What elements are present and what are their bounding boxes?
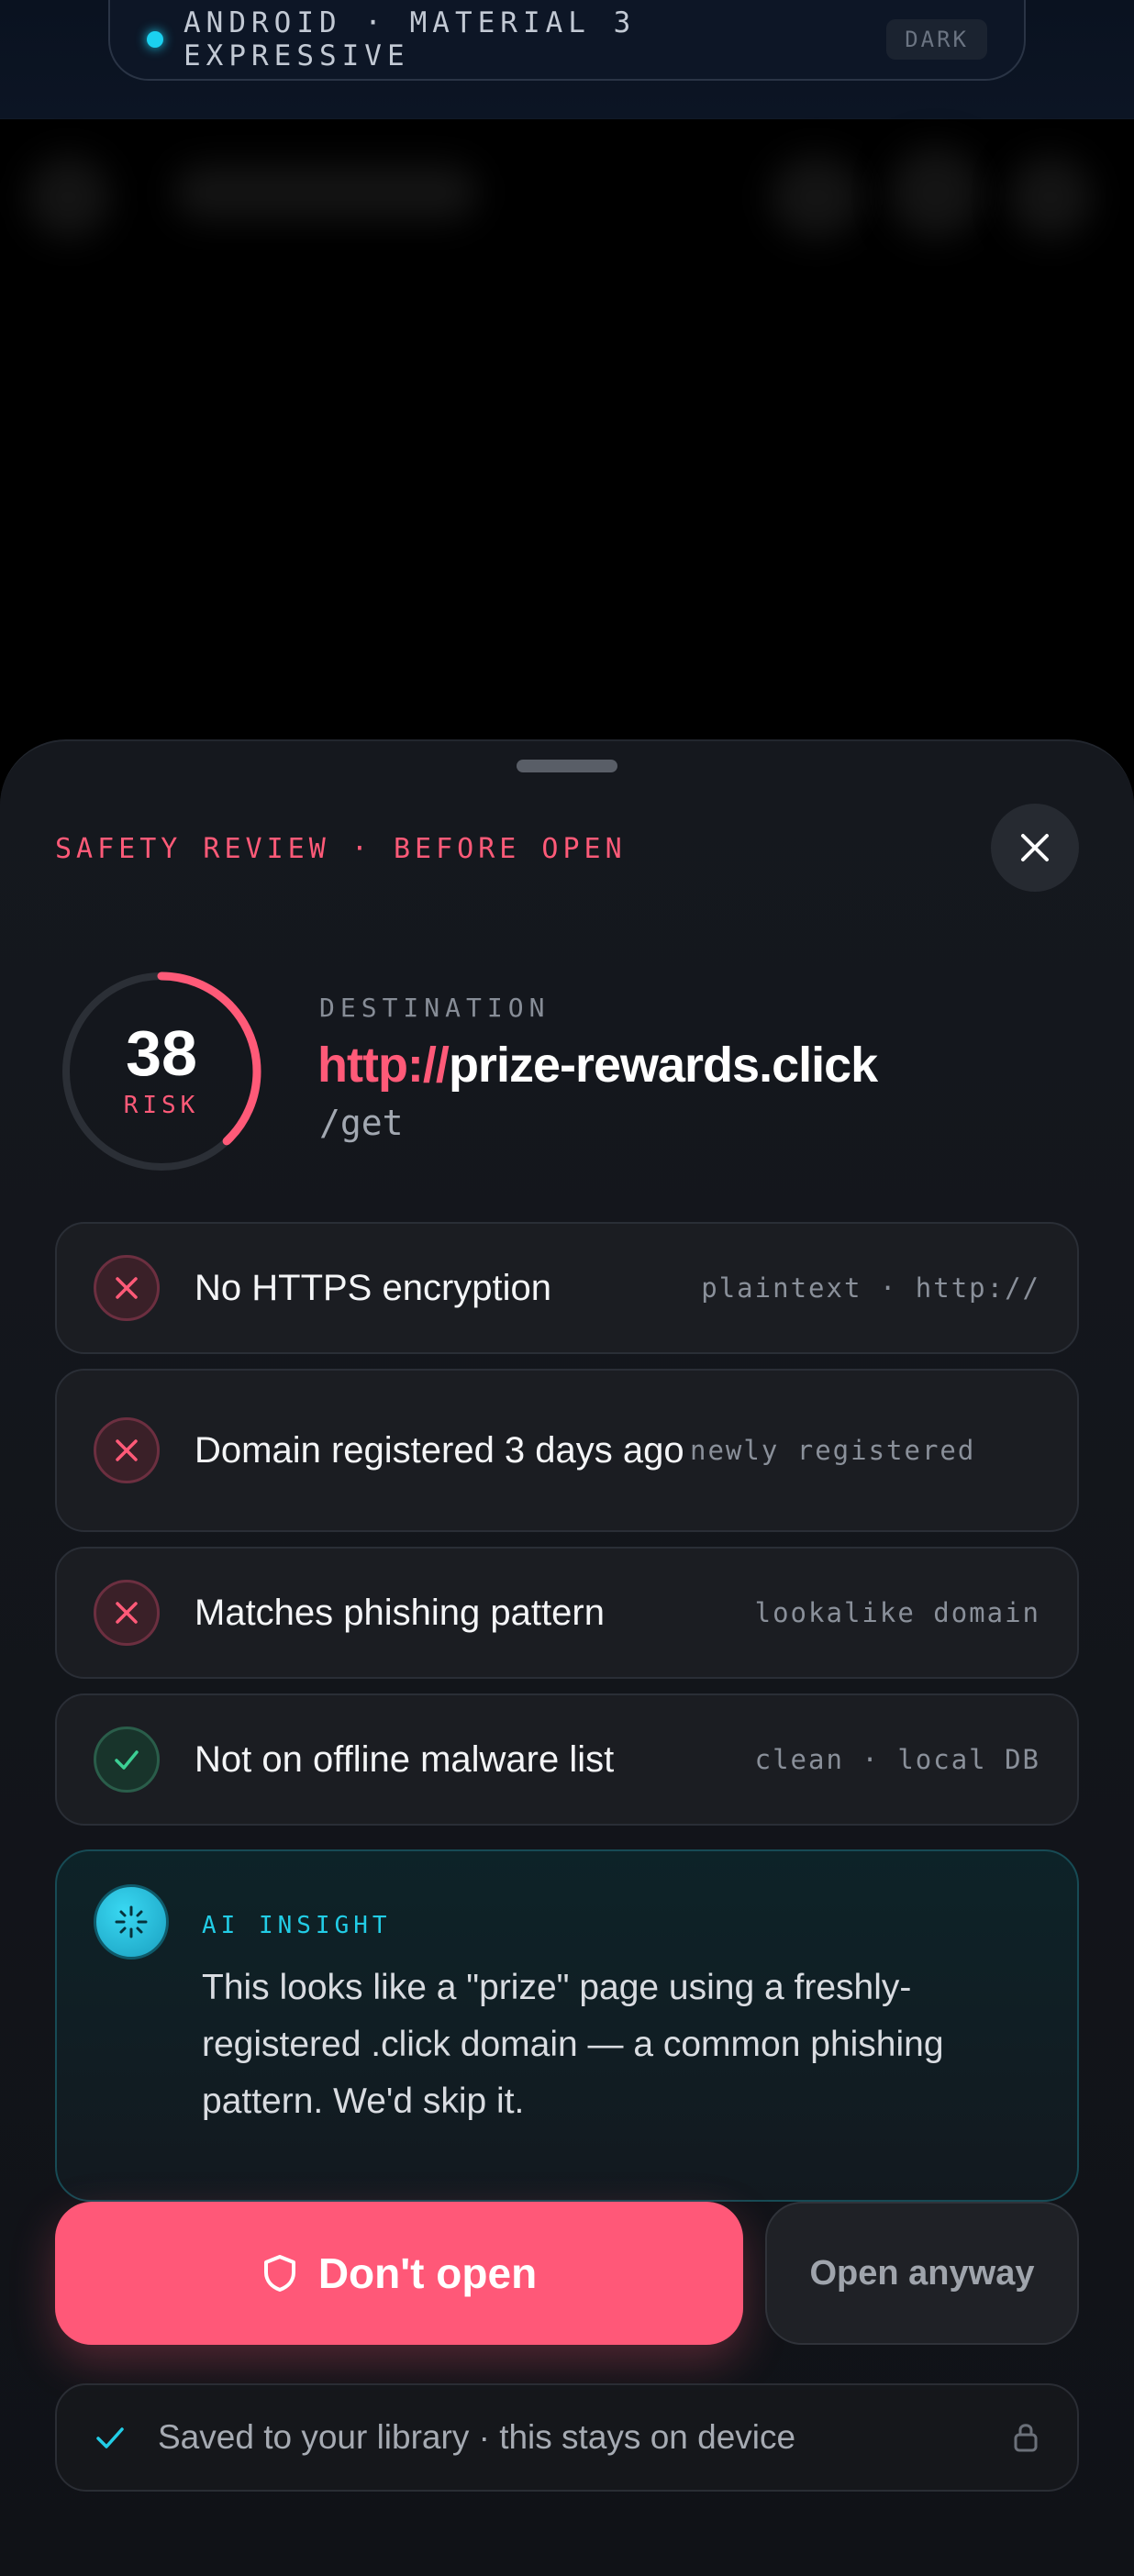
close-button[interactable]	[991, 804, 1079, 892]
check-tag: plaintext · http://	[701, 1272, 1040, 1304]
risk-label: RISK	[123, 1092, 200, 1119]
sparkle-icon	[94, 1884, 169, 1960]
destination-path: /get	[319, 1103, 404, 1143]
shield-icon	[263, 2255, 295, 2292]
check-item-phishing: Matches phishing pattern lookalike domai…	[55, 1547, 1079, 1679]
saved-status-text: Saved to your library · this stays on de…	[158, 2418, 796, 2456]
open-anyway-label: Open anyway	[809, 2253, 1035, 2293]
check-item-malware: Not on offline malware list clean · loca…	[55, 1693, 1079, 1826]
platform-pill: ANDROID · MATERIAL 3 EXPRESSIVE DARK	[108, 0, 1026, 81]
check-tag: lookalike domain	[754, 1597, 1040, 1628]
x-icon	[94, 1417, 160, 1483]
lock-icon	[1014, 2424, 1038, 2452]
check-title: No HTTPS encryption	[195, 1268, 552, 1308]
open-anyway-button[interactable]: Open anyway	[765, 2202, 1079, 2345]
check-item-domain-age: Domain registered 3 days ago newly regis…	[55, 1369, 1079, 1532]
check-title: Domain registered 3 days ago	[195, 1430, 684, 1471]
safety-review-sheet: SAFETY REVIEW · BEFORE OPEN 38 RISK DEST…	[0, 739, 1134, 2576]
drag-handle[interactable]	[517, 760, 617, 772]
destination-url: http://prize-rewards.click	[317, 1037, 878, 1094]
url-scheme: http://	[317, 1038, 450, 1093]
blurred-background	[0, 119, 1134, 761]
close-icon	[1021, 834, 1049, 861]
checkmark-icon	[96, 2427, 124, 2448]
check-title: Matches phishing pattern	[195, 1593, 605, 1633]
check-list: No HTTPS encryption plaintext · http:// …	[55, 1222, 1079, 1840]
dont-open-label: Don't open	[317, 2249, 538, 2297]
destination-label: DESTINATION	[319, 993, 550, 1023]
insight-body: This looks like a "prize" page using a f…	[202, 1968, 944, 2121]
url-host: prize-rewards.click	[448, 1038, 878, 1093]
saved-status-bar: Saved to your library · this stays on de…	[55, 2383, 1079, 2492]
check-title: Not on offline malware list	[195, 1739, 615, 1780]
insight-label: AI INSIGHT	[202, 1912, 392, 1939]
theme-badge: DARK	[886, 19, 987, 60]
risk-score: 38	[126, 1017, 197, 1089]
sheet-eyebrow: SAFETY REVIEW · BEFORE OPEN	[55, 833, 627, 865]
dont-open-button[interactable]: Don't open	[55, 2202, 743, 2345]
check-item-https: No HTTPS encryption plaintext · http://	[55, 1222, 1079, 1354]
x-icon	[94, 1580, 160, 1646]
status-dot	[147, 31, 163, 48]
ai-insight-card: AI INSIGHT This looks like a "prize" pag…	[55, 1849, 1079, 2202]
check-tag: newly registered	[690, 1435, 976, 1466]
platform-label: ANDROID · MATERIAL 3 EXPRESSIVE	[183, 6, 637, 72]
x-icon	[94, 1255, 160, 1321]
top-status-strip: ANDROID · MATERIAL 3 EXPRESSIVE DARK	[0, 0, 1134, 119]
check-tag: clean · local DB	[754, 1744, 1040, 1775]
check-icon	[94, 1727, 160, 1793]
